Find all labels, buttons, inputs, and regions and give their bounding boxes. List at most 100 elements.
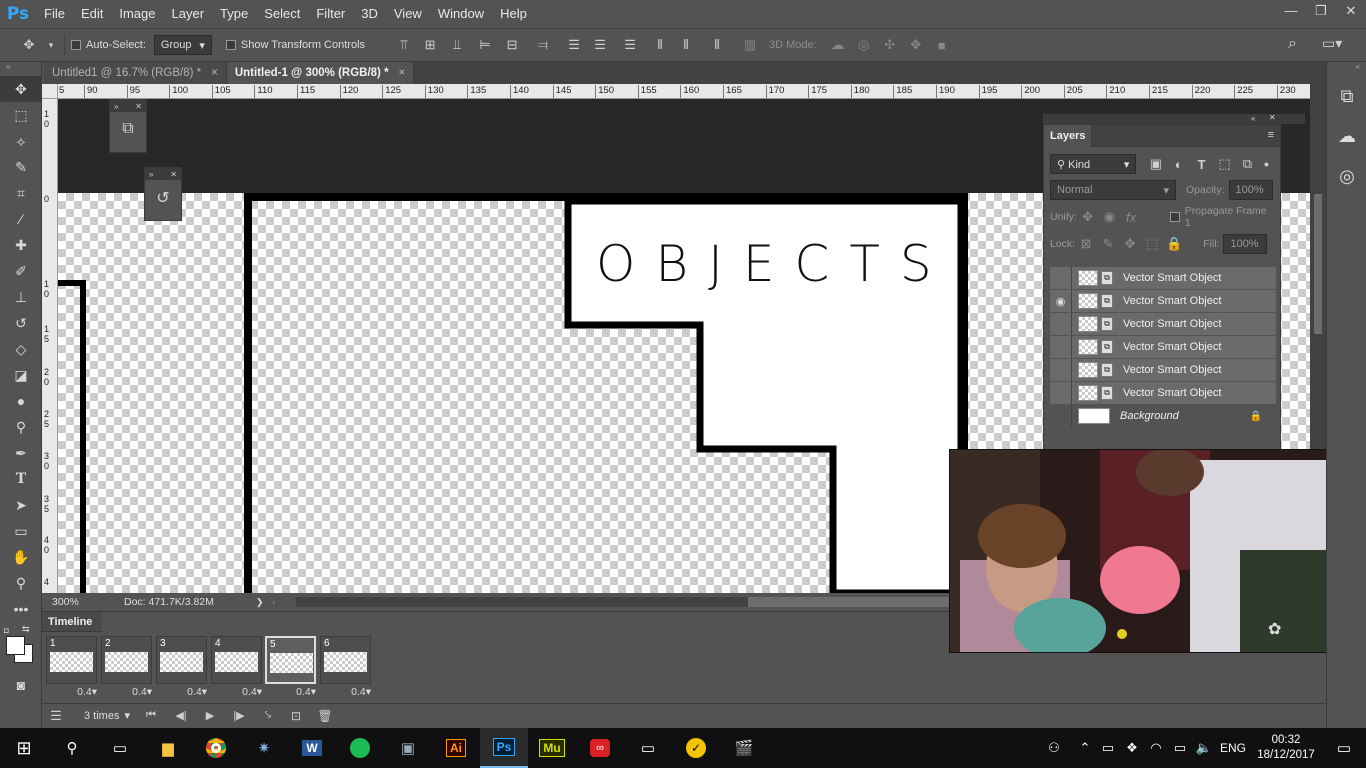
layer-row[interactable]: ◉ ⧉ Vector Smart Object xyxy=(1050,290,1276,312)
close-tab-icon[interactable]: × xyxy=(399,67,406,79)
dropbox-icon[interactable]: ❖ xyxy=(1120,740,1144,756)
menu-layer[interactable]: Layer xyxy=(164,0,213,28)
expand-icon[interactable]: » xyxy=(149,170,153,179)
visibility-eye-icon[interactable] xyxy=(1050,405,1072,427)
properties-icon[interactable]: ⧉ xyxy=(1327,76,1366,116)
menu-window[interactable]: Window xyxy=(430,0,492,28)
illustrator-icon[interactable]: Ai xyxy=(432,728,480,768)
volume-icon[interactable]: 🔈 xyxy=(1192,740,1216,756)
menu-image[interactable]: Image xyxy=(111,0,163,28)
3d-pan-icon[interactable]: ✣ xyxy=(877,37,903,53)
restore-button[interactable]: ❐ xyxy=(1306,0,1336,22)
auto-select-dropdown[interactable]: Group ▾ xyxy=(153,35,212,55)
distribute-vcenter-icon[interactable]: ☰ xyxy=(587,37,613,53)
wifi-icon[interactable]: ◠ xyxy=(1144,740,1168,756)
opacity-field[interactable]: 100% xyxy=(1228,180,1273,200)
duplicate-frame-icon[interactable]: ⊡ xyxy=(282,709,310,723)
frame-delay[interactable]: 0.4▾ xyxy=(265,686,316,698)
status-menu-arrow-icon[interactable]: ❯ xyxy=(256,597,272,608)
distribute-left-icon[interactable]: ⦀ xyxy=(647,37,673,53)
video-overlay[interactable]: ✿ xyxy=(949,449,1335,653)
menu-filter[interactable]: Filter xyxy=(308,0,353,28)
word-icon[interactable]: W xyxy=(288,728,336,768)
layer-row[interactable]: ⧉ Vector Smart Object xyxy=(1050,382,1276,404)
menu-edit[interactable]: Edit xyxy=(73,0,111,28)
task-view-icon[interactable]: ▭ xyxy=(96,728,144,768)
tween-icon[interactable]: ⤥ xyxy=(254,709,282,722)
history-panel-icon[interactable]: ↺ xyxy=(145,180,181,208)
layer-row[interactable]: ⧉ Vector Smart Object xyxy=(1050,313,1276,335)
quick-mask-icon[interactable]: ◙ xyxy=(0,672,42,698)
language-indicator[interactable]: ENG xyxy=(1216,741,1250,755)
previous-frame-icon[interactable]: ◀| xyxy=(166,709,196,722)
move-tool-icon[interactable]: ✥ xyxy=(14,37,44,53)
clock[interactable]: 00:32 18/12/2017 xyxy=(1250,733,1322,763)
3d-roll-icon[interactable]: ◎ xyxy=(851,37,877,53)
3d-scale-icon[interactable]: ■ xyxy=(929,37,955,53)
timeline-frame[interactable]: 5 xyxy=(265,636,316,684)
show-transform-checkbox[interactable]: Show Transform Controls xyxy=(225,39,365,51)
tool-preset-chevron-icon[interactable]: ▾ xyxy=(44,40,58,51)
pen-tool-icon[interactable]: ✒ xyxy=(0,440,42,466)
align-bottom-icon[interactable]: ⫫ xyxy=(443,37,471,53)
healing-brush-icon[interactable]: ✚ xyxy=(0,232,42,258)
layer-name[interactable]: Vector Smart Object xyxy=(1123,318,1221,330)
quick-select-tool-icon[interactable]: ✎ xyxy=(0,154,42,180)
paint-bucket-icon[interactable]: ◪ xyxy=(0,362,42,388)
layer-row[interactable]: ⧉ Vector Smart Object xyxy=(1050,336,1276,358)
distribute-bottom-icon[interactable]: ☰ xyxy=(613,37,647,53)
layer-row[interactable]: ⧉ Vector Smart Object xyxy=(1050,267,1276,289)
filter-shape-icon[interactable]: ⬚ xyxy=(1213,156,1236,172)
timeline-frame[interactable]: 2 xyxy=(101,636,152,684)
auto-select-checkbox[interactable]: Auto-Select: xyxy=(71,39,146,51)
3d-panel-icon[interactable]: ⧉ xyxy=(110,112,146,138)
display-icon[interactable]: ▭ xyxy=(624,728,672,768)
distribute-right-icon[interactable]: ⦀ xyxy=(699,37,735,53)
layer-name[interactable]: Vector Smart Object xyxy=(1123,341,1221,353)
lasso-tool-icon[interactable]: ⟡ xyxy=(0,128,42,154)
rectangle-tool-icon[interactable]: ▭ xyxy=(0,518,42,544)
lock-transparent-icon[interactable]: ⊠ xyxy=(1075,236,1097,252)
norton-icon[interactable]: ✓ xyxy=(672,728,720,768)
start-icon[interactable]: ⊞ xyxy=(0,728,48,768)
collapse-icon[interactable]: « xyxy=(1251,114,1255,123)
loop-dropdown[interactable]: 3 times ▾ xyxy=(78,706,136,726)
tray-expand-icon[interactable]: ⌃ xyxy=(1074,740,1096,756)
clapper-icon[interactable]: 🎬 xyxy=(720,728,768,768)
muse-icon[interactable]: Mu xyxy=(528,728,576,768)
play-icon[interactable]: ▶ xyxy=(196,709,224,722)
menu-view[interactable]: View xyxy=(386,0,430,28)
fill-field[interactable]: 100% xyxy=(1223,234,1268,254)
visibility-eye-icon[interactable] xyxy=(1050,359,1072,381)
distribute-hcenter-icon[interactable]: ⦀ xyxy=(673,37,699,53)
notifications-icon[interactable]: ▭ xyxy=(1322,739,1366,757)
panel-menu-icon[interactable]: ≡ xyxy=(1268,129,1274,141)
people-icon[interactable]: ⚇ xyxy=(1042,740,1066,756)
default-colors-icon[interactable]: ◘ xyxy=(4,626,9,635)
stamp-tool-icon[interactable]: ⊥ xyxy=(0,284,42,310)
filter-smart-object-icon[interactable]: ⧉ xyxy=(1236,156,1259,172)
visibility-eye-icon[interactable] xyxy=(1050,382,1072,404)
timeline-title[interactable]: Timeline xyxy=(42,612,102,632)
menu-help[interactable]: Help xyxy=(492,0,535,28)
timeline-frame[interactable]: 1 xyxy=(46,636,97,684)
visibility-eye-icon[interactable] xyxy=(1050,267,1072,289)
frame-delay[interactable]: 0.4▾ xyxy=(46,686,97,698)
align-top-icon[interactable]: ⫪ xyxy=(391,37,417,53)
workspace-icon[interactable]: ▭▾ xyxy=(1322,35,1342,52)
collapse-toolbar-icon[interactable]: » xyxy=(0,62,41,76)
menu-file[interactable]: File xyxy=(36,0,73,28)
lock-icon[interactable]: 🔒 xyxy=(1250,411,1262,422)
blur-tool-icon[interactable]: ● xyxy=(0,388,42,414)
tab-untitled1[interactable]: Untitled1 @ 16.7% (RGB/8) * × xyxy=(44,62,227,84)
scroll-left-icon[interactable]: ‹ xyxy=(272,596,288,608)
history-brush-icon[interactable]: ↺ xyxy=(0,310,42,336)
unify-style-icon[interactable]: fx xyxy=(1120,210,1142,225)
zoom-tool-icon[interactable]: ⚲ xyxy=(0,570,42,596)
menu-type[interactable]: Type xyxy=(212,0,256,28)
search-icon[interactable]: ⚲ xyxy=(48,728,96,768)
timeline-frame[interactable]: 4 xyxy=(211,636,262,684)
collapse-dock-icon[interactable]: « xyxy=(1327,62,1366,76)
close-icon[interactable]: ✕ xyxy=(170,170,177,179)
eyedropper-tool-icon[interactable]: ⁄ xyxy=(0,206,42,232)
